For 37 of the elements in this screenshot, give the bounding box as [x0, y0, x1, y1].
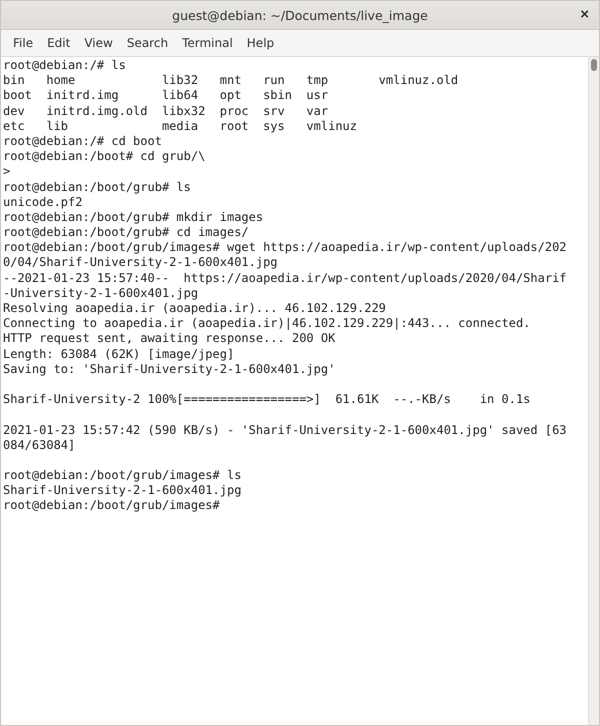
menu-item[interactable]: View — [77, 36, 120, 50]
terminal-line: > — [3, 164, 12, 180]
terminal-line: 084/63084] — [3, 438, 76, 453]
terminal-line: 2021-01-23 15:57:42 (590 KB/s) - 'Sharif-University-2-1-600x401.jpg' saved [63 — [3, 422, 568, 438]
terminal-line: etc lib media root sys vmlinuz — [3, 118, 358, 134]
terminal-line: Length: 63084 (62K) [image/jpeg] — [3, 346, 236, 362]
terminal-line: Sharif-University-2 100%[=================>] 61.61K --.-KB/s in 0.1s — [3, 392, 532, 408]
window-title: guest@debian: ~/Documents/live_image — [172, 8, 428, 22]
terminal-line: root@debian:/boot/grub/images# ls — [3, 468, 242, 484]
terminal-line: unicode.pf2 — [3, 194, 84, 210]
terminal-line: root@debian:/boot/grub/images# wget https://aoapedia.ir/wp-content/uploads/202 — [3, 240, 568, 256]
menu-item[interactable]: Search — [120, 36, 176, 50]
terminal-line: root@debian:/# cd boot — [3, 134, 163, 150]
terminal-line: Sharif-University-2-1-600x401.jpg — [3, 483, 242, 498]
terminal-line: -University-2-1-600x401.jpg — [3, 286, 200, 301]
terminal-line: root@debian:/boot/grub/images# — [3, 498, 221, 514]
scrollbar-thumb[interactable] — [591, 59, 597, 71]
terminal-line: bin home lib32 mnt run tmp vmlinuz.old — [3, 73, 460, 88]
terminal-line: Resolving aoapedia.ir (aoapedia.ir)... 46.102.129.229 — [3, 301, 387, 316]
terminal-line: --2021-01-23 15:57:40-- https://aoapedia.ir/wp-content/uploads/2020/04/Sharif — [3, 270, 568, 286]
terminal-line: boot initrd.img lib64 opt sbin usr — [3, 88, 330, 104]
terminal-line: 0/04/Sharif-University-2-1-600x401.jpg — [3, 255, 279, 271]
menu-item[interactable]: File — [6, 36, 40, 50]
close-button[interactable]: × — [578, 6, 591, 24]
terminal-line: root@debian:/# ls — [3, 58, 127, 74]
terminal-line: root@debian:/boot/grub# mkdir images — [3, 210, 264, 226]
terminal-line: root@debian:/boot/grub# cd images/ — [3, 225, 250, 240]
terminal-line: root@debian:/boot# cd grub/\ — [3, 149, 206, 164]
terminal-line: dev initrd.img.old libx32 proc srv var — [3, 104, 330, 119]
menu-item[interactable]: Help — [240, 36, 282, 50]
menu-item[interactable]: Terminal — [175, 36, 240, 50]
terminal-line: Connecting to aoapedia.ir (aoapedia.ir)|46.102.129.229|:443... connected. — [3, 316, 532, 332]
scrollbar[interactable] — [588, 57, 599, 725]
menu-item[interactable]: Edit — [40, 36, 78, 50]
terminal-line: root@debian:/boot/grub# ls — [3, 180, 192, 195]
terminal-line: HTTP request sent, awaiting response... 200 OK — [3, 331, 336, 347]
terminal-line: Saving to: 'Sharif-University-2-1-600x401.jpg' — [3, 362, 336, 377]
